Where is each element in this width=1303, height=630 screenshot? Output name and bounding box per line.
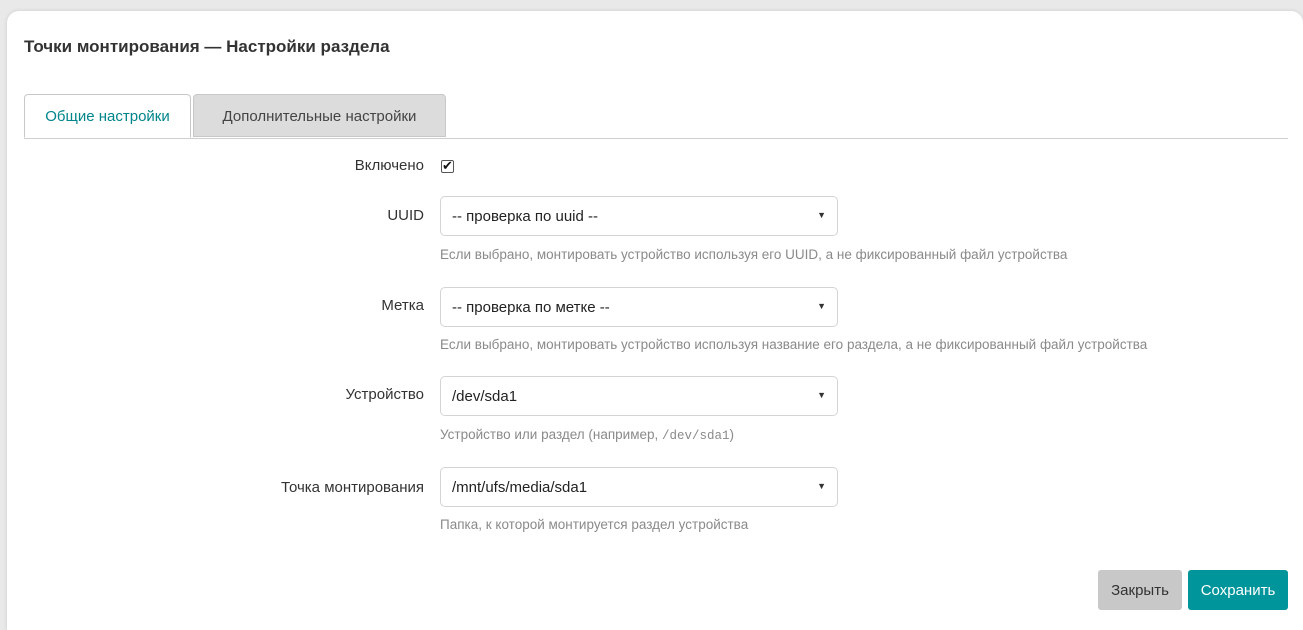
uuid-label: UUID xyxy=(387,207,424,224)
device-select-value: /dev/sda1 xyxy=(452,388,518,405)
chevron-down-icon: ▼ xyxy=(817,301,826,311)
uuid-select[interactable]: -- проверка по uuid -- ▼ xyxy=(440,196,838,236)
tab-general-settings[interactable]: Общие настройки xyxy=(24,94,191,138)
mountpoint-label: Точка монтирования xyxy=(280,479,424,496)
checkmark-icon: ✔ xyxy=(442,158,453,173)
uuid-select-value: -- проверка по uuid -- xyxy=(452,208,599,225)
device-select[interactable]: /dev/sda1 ▼ xyxy=(440,376,838,416)
device-hint-suffix: ) xyxy=(729,427,735,442)
mountpoint-select-value: /mnt/ufs/media/sda1 xyxy=(452,479,588,496)
tab-advanced-settings[interactable]: Дополнительные настройки xyxy=(193,94,446,137)
chevron-down-icon: ▼ xyxy=(817,481,826,491)
uuid-hint: Если выбрано, монтировать устройство исп… xyxy=(440,247,1068,262)
device-label: Устройство xyxy=(345,386,424,403)
label-select[interactable]: -- проверка по метке -- ▼ xyxy=(440,287,838,327)
tab-bar: Общие настройки Дополнительные настройки xyxy=(24,94,1288,139)
label-select-value: -- проверка по метке -- xyxy=(452,299,610,316)
chevron-down-icon: ▼ xyxy=(817,210,826,220)
label-hint: Если выбрано, монтировать устройство исп… xyxy=(440,337,1148,352)
save-button[interactable]: Сохранить xyxy=(1188,570,1288,610)
mount-settings-dialog: Точки монтирования — Настройки раздела О… xyxy=(7,11,1303,630)
mountpoint-hint: Папка, к которой монтируется раздел устр… xyxy=(440,517,749,532)
device-hint-code: /dev/sda1 xyxy=(662,429,730,443)
mountpoint-select[interactable]: /mnt/ufs/media/sda1 ▼ xyxy=(440,467,838,507)
chevron-down-icon: ▼ xyxy=(817,390,826,400)
enabled-label: Включено xyxy=(354,157,424,174)
label-field-label: Метка xyxy=(381,297,424,314)
enabled-checkbox[interactable]: ✔ xyxy=(441,158,454,173)
close-button[interactable]: Закрыть xyxy=(1098,570,1182,610)
dialog-title: Точки монтирования — Настройки раздела xyxy=(24,37,390,56)
device-hint-prefix: Устройство или раздел (например, xyxy=(440,427,663,442)
device-hint: Устройство или раздел (например, /dev/sd… xyxy=(440,427,734,443)
